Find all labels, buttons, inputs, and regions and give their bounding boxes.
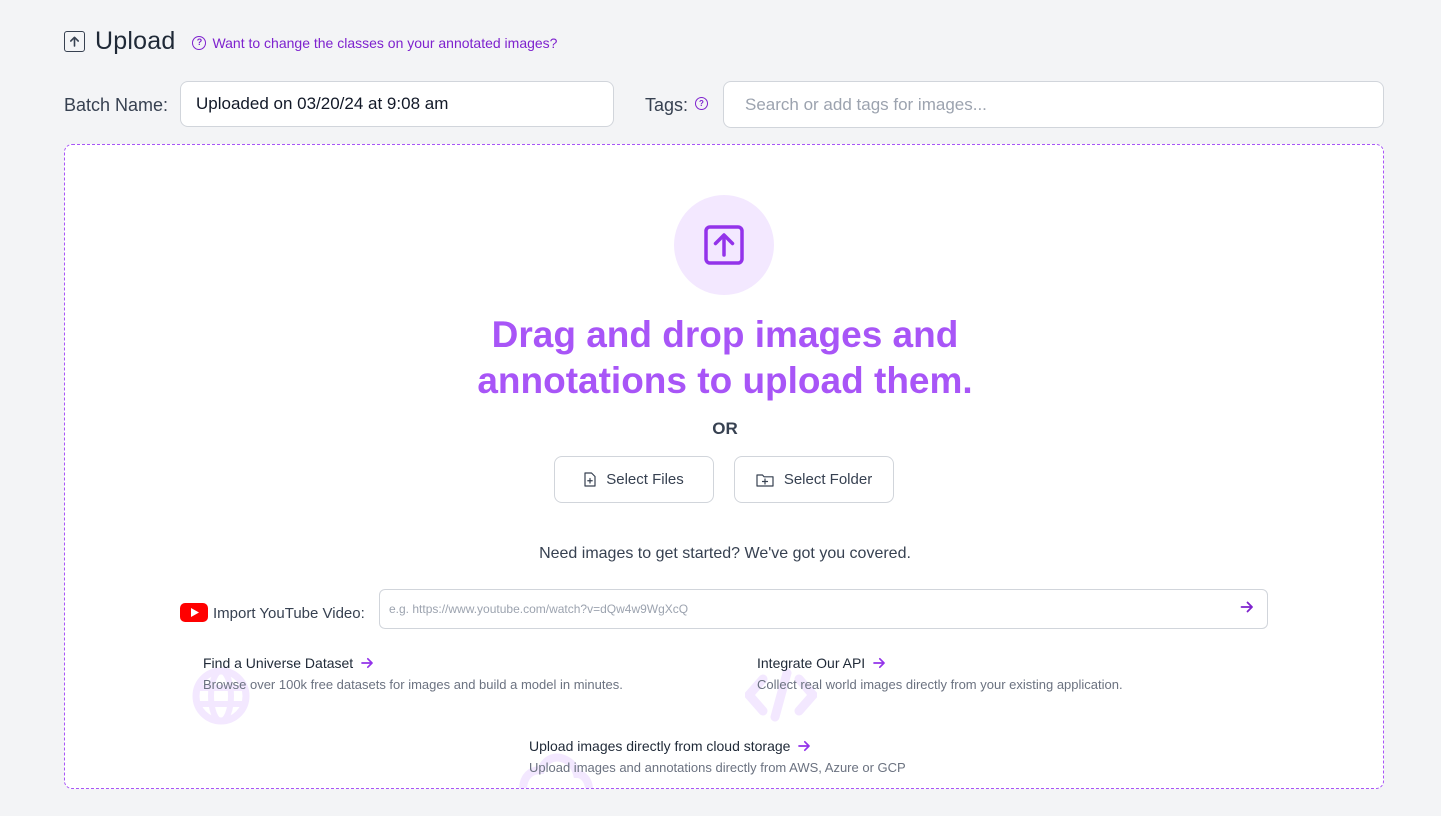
integrate-api-desc: Collect real world images directly from … — [757, 677, 1123, 692]
tags-label: Tags: — [645, 95, 689, 115]
integrate-api-resource[interactable]: Integrate Our API Collect real world ima… — [745, 655, 1225, 722]
file-plus-icon — [584, 472, 596, 487]
arrow-right-icon — [873, 657, 886, 669]
upload-icon-circle — [674, 195, 774, 295]
drop-heading: Drag and drop images and annotations to … — [365, 312, 1085, 404]
page-header: Upload ? Want to change the classes on y… — [64, 26, 557, 56]
cloud-storage-desc: Upload images and annotations directly f… — [529, 760, 906, 775]
question-icon: ? — [192, 35, 207, 50]
help-link-label: Want to change the classes on your annot… — [212, 34, 558, 51]
tags-search-input[interactable] — [723, 81, 1384, 128]
cloud-storage-title: Upload images directly from cloud storag… — [529, 738, 791, 754]
universe-dataset-desc: Browse over 100k free datasets for image… — [203, 677, 623, 692]
drop-heading-line1: Drag and drop images and — [491, 314, 959, 355]
need-images-text: Need images to get started? We've got yo… — [539, 545, 911, 562]
universe-dataset-title: Find a Universe Dataset — [203, 655, 354, 671]
drop-heading-line2: annotations to upload them. — [477, 360, 973, 401]
youtube-submit-arrow-icon[interactable] — [1240, 600, 1254, 614]
code-icon — [745, 668, 817, 722]
tags-help-icon[interactable]: ? — [695, 97, 708, 110]
arrow-right-icon — [798, 740, 811, 752]
upload-title-icon — [64, 30, 85, 52]
batch-name-label: Batch Name: — [64, 95, 169, 115]
or-divider-text: OR — [712, 419, 738, 438]
select-files-button[interactable]: Select Files — [554, 456, 714, 503]
youtube-import-label: Import YouTube Video: — [213, 605, 365, 622]
youtube-url-input[interactable] — [379, 589, 1268, 629]
upload-dropzone[interactable]: Drag and drop images and annotations to … — [64, 144, 1384, 789]
page-title: Upload — [95, 26, 176, 55]
youtube-icon — [180, 603, 208, 622]
folder-plus-icon — [756, 473, 774, 487]
select-folder-label: Select Folder — [783, 471, 873, 488]
arrow-right-icon — [361, 657, 374, 669]
universe-dataset-resource[interactable]: Find a Universe Dataset Browse over 100k… — [191, 655, 671, 725]
select-files-label: Select Files — [606, 471, 684, 488]
select-folder-button[interactable]: Select Folder — [734, 456, 894, 503]
integrate-api-title: Integrate Our API — [757, 655, 866, 671]
batch-name-input[interactable] — [180, 81, 614, 127]
cloud-storage-resource[interactable]: Upload images directly from cloud storag… — [517, 738, 1017, 788]
globe-icon — [192, 667, 250, 725]
change-classes-help-link[interactable]: ? Want to change the classes on your ann… — [192, 35, 557, 51]
upload-arrow-icon — [704, 225, 744, 265]
